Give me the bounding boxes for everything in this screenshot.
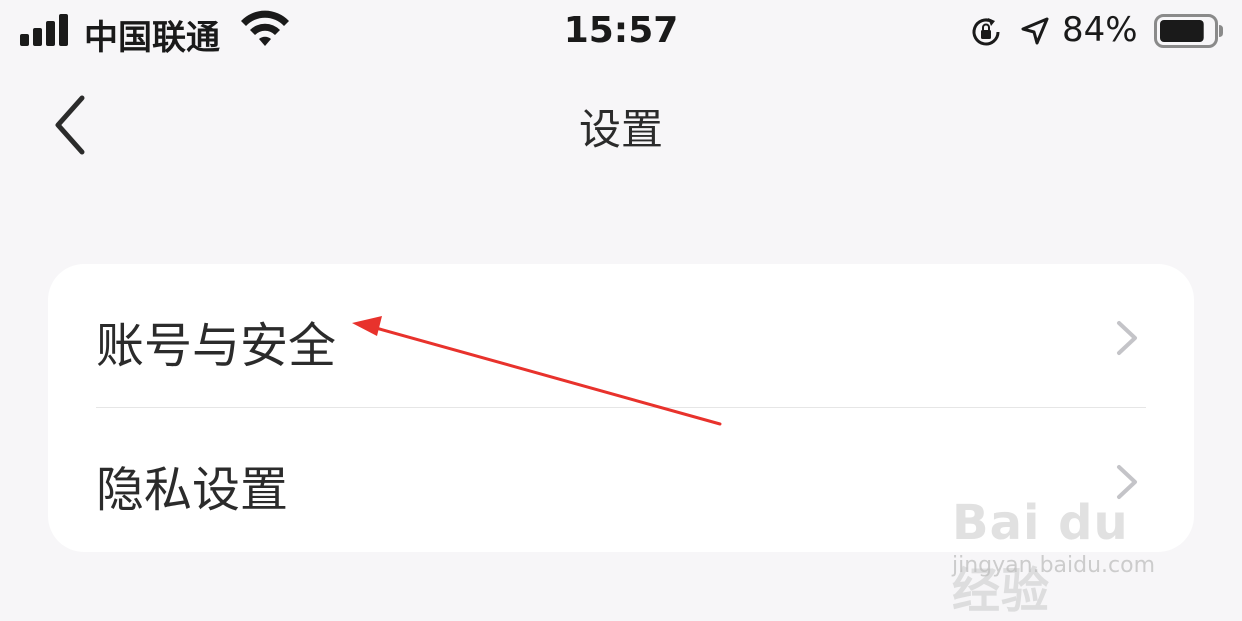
watermark-site: jingyan.baidu.com: [952, 553, 1156, 578]
status-bar: 中国联通 15:57 84%: [0, 0, 1242, 64]
account-security-item[interactable]: 账号与安全: [48, 264, 1194, 408]
privacy-settings-item[interactable]: 隐私设置: [48, 408, 1194, 552]
clock: 15:57: [563, 10, 679, 51]
privacy-settings-label: 隐私设置: [96, 462, 289, 518]
navigation-bar: 设置: [0, 70, 1242, 180]
page-title: 设置: [578, 105, 663, 154]
battery-icon: [1154, 14, 1223, 48]
chevron-right-icon: [1117, 465, 1137, 499]
account-security-label: 账号与安全: [96, 318, 337, 374]
location-icon: [1021, 17, 1049, 45]
settings-card: 账号与安全 隐私设置: [48, 264, 1194, 552]
battery-percent: 84%: [1062, 10, 1138, 50]
rotation-lock-icon: [972, 18, 1000, 46]
chevron-right-icon: [1117, 321, 1137, 355]
